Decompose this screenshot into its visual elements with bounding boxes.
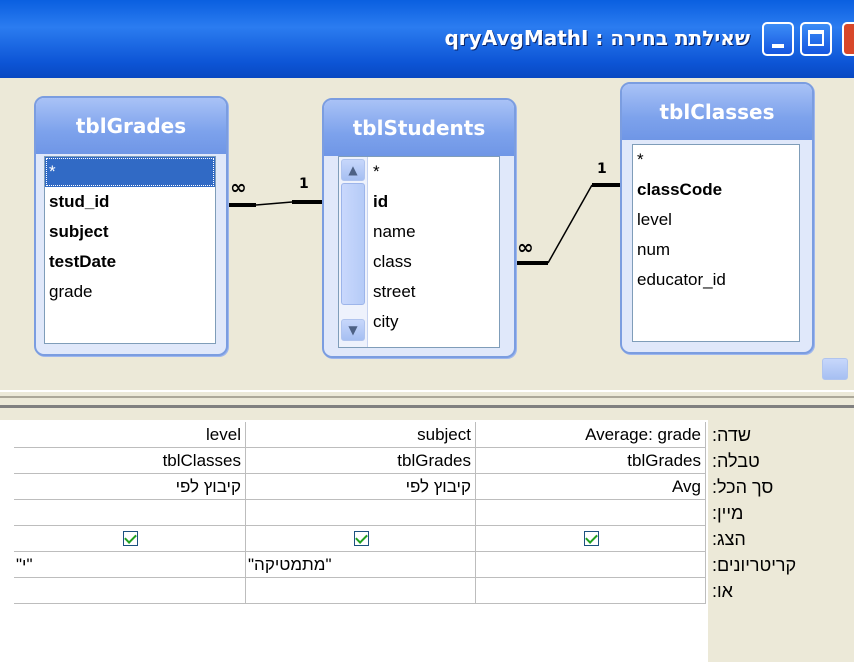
- grid-row-label: מיין:: [712, 503, 744, 523]
- grid-cell-table[interactable]: tblClasses: [14, 448, 246, 474]
- scroll-up-icon[interactable]: ▲: [341, 159, 365, 181]
- grid-cell-sort[interactable]: [476, 500, 706, 526]
- field-item[interactable]: id: [369, 187, 499, 217]
- table-title[interactable]: tblStudents: [324, 100, 514, 156]
- table-diagram-pane: ∞ 1 ∞ 1 tblGrades * stud_id subject test…: [0, 78, 854, 390]
- grid-cell-criteria[interactable]: "י": [14, 552, 246, 578]
- field-list-scrollbar[interactable]: ▲ ▼: [339, 157, 368, 347]
- grid-row-label: שדה:: [712, 425, 751, 445]
- grid-cell-show[interactable]: [246, 526, 476, 552]
- grid-cell-table[interactable]: tblGrades: [246, 448, 476, 474]
- field-list: * stud_id subject testDate grade: [44, 156, 216, 344]
- field-item[interactable]: grade: [45, 277, 215, 307]
- grid-row-label: קריטריונים:: [712, 555, 797, 575]
- pane-splitter[interactable]: [0, 390, 854, 408]
- field-item[interactable]: classCode: [633, 175, 799, 205]
- show-checkbox[interactable]: [353, 531, 369, 546]
- grid-cell-table[interactable]: tblGrades: [476, 448, 706, 474]
- scroll-down-icon[interactable]: ▼: [341, 319, 365, 341]
- field-item[interactable]: testDate: [45, 247, 215, 277]
- field-item[interactable]: name: [369, 217, 499, 247]
- table-window-tblGrades[interactable]: tblGrades * stud_id subject testDate gra…: [34, 96, 228, 356]
- grid-cell-or[interactable]: [14, 578, 246, 604]
- grid-cell-field[interactable]: level: [14, 422, 246, 448]
- grid-cell-or[interactable]: [476, 578, 706, 604]
- design-grid: Average: grade tblGrades Avg subject tblGrad…: [0, 408, 854, 662]
- grid-cell-show[interactable]: [14, 526, 246, 552]
- grid-row-label: או:: [712, 581, 733, 601]
- relationship-2-line[interactable]: [547, 184, 593, 264]
- field-item[interactable]: subject: [45, 217, 215, 247]
- show-checkbox[interactable]: [122, 531, 138, 546]
- maximize-button[interactable]: [800, 22, 832, 56]
- minimize-icon: [772, 44, 784, 48]
- grid-cell-field[interactable]: subject: [246, 422, 476, 448]
- grid-cell-sort[interactable]: [246, 500, 476, 526]
- maximize-icon: [808, 30, 824, 46]
- grid-row-label: טבלה:: [712, 451, 760, 471]
- relationship-1-line[interactable]: [255, 201, 293, 206]
- rel2-one-symbol: 1: [597, 161, 607, 177]
- rel2-many-symbol: ∞: [517, 235, 534, 259]
- field-item[interactable]: stud_id: [45, 187, 215, 217]
- grid-cell-show[interactable]: [476, 526, 706, 552]
- grid-row-label: סך הכל:: [712, 477, 774, 497]
- grid-cell-total[interactable]: קיבוץ לפי: [246, 474, 476, 500]
- grid-cell-criteria[interactable]: "מתמטיקה": [246, 552, 476, 578]
- splitter-line: [0, 396, 854, 398]
- field-list: * classCode level num educator_id: [632, 144, 800, 342]
- rel1-one-symbol: 1: [299, 176, 309, 192]
- table-window-tblClasses[interactable]: tblClasses * classCode level num educato…: [620, 82, 814, 354]
- rel1-many-symbol: ∞: [230, 175, 247, 199]
- field-item[interactable]: level: [633, 205, 799, 235]
- title-bar: qryAvgMathI : שאילתת בחירה: [0, 0, 854, 78]
- close-button[interactable]: [842, 22, 854, 56]
- scroll-thumb[interactable]: [341, 183, 365, 305]
- grid-cell-criteria[interactable]: [476, 552, 706, 578]
- show-checkbox[interactable]: [583, 531, 599, 546]
- grid-cell-total[interactable]: Avg: [476, 474, 706, 500]
- table-title[interactable]: tblClasses: [622, 84, 812, 140]
- minimize-button[interactable]: [762, 22, 794, 56]
- window-title: qryAvgMathI : שאילתת בחירה: [444, 26, 750, 50]
- table-window-tblStudents[interactable]: tblStudents ▲ ▼ * id name class street c…: [322, 98, 516, 358]
- field-item[interactable]: educator_id: [633, 265, 799, 295]
- grid-row-label: הצג:: [712, 529, 746, 549]
- field-item[interactable]: *: [369, 157, 499, 187]
- grid-cell-total[interactable]: קיבוץ לפי: [14, 474, 246, 500]
- field-item[interactable]: city: [369, 307, 499, 337]
- field-item[interactable]: *: [45, 157, 215, 187]
- field-item[interactable]: class: [369, 247, 499, 277]
- grid-cell-sort[interactable]: [14, 500, 246, 526]
- grid-cell-field[interactable]: Average: grade: [476, 422, 706, 448]
- field-item[interactable]: street: [369, 277, 499, 307]
- table-title[interactable]: tblGrades: [36, 98, 226, 154]
- field-item[interactable]: *: [633, 145, 799, 175]
- field-item[interactable]: num: [633, 235, 799, 265]
- horizontal-scroll-box[interactable]: [822, 358, 848, 380]
- field-list: ▲ ▼ * id name class street city: [338, 156, 500, 348]
- grid-cell-or[interactable]: [246, 578, 476, 604]
